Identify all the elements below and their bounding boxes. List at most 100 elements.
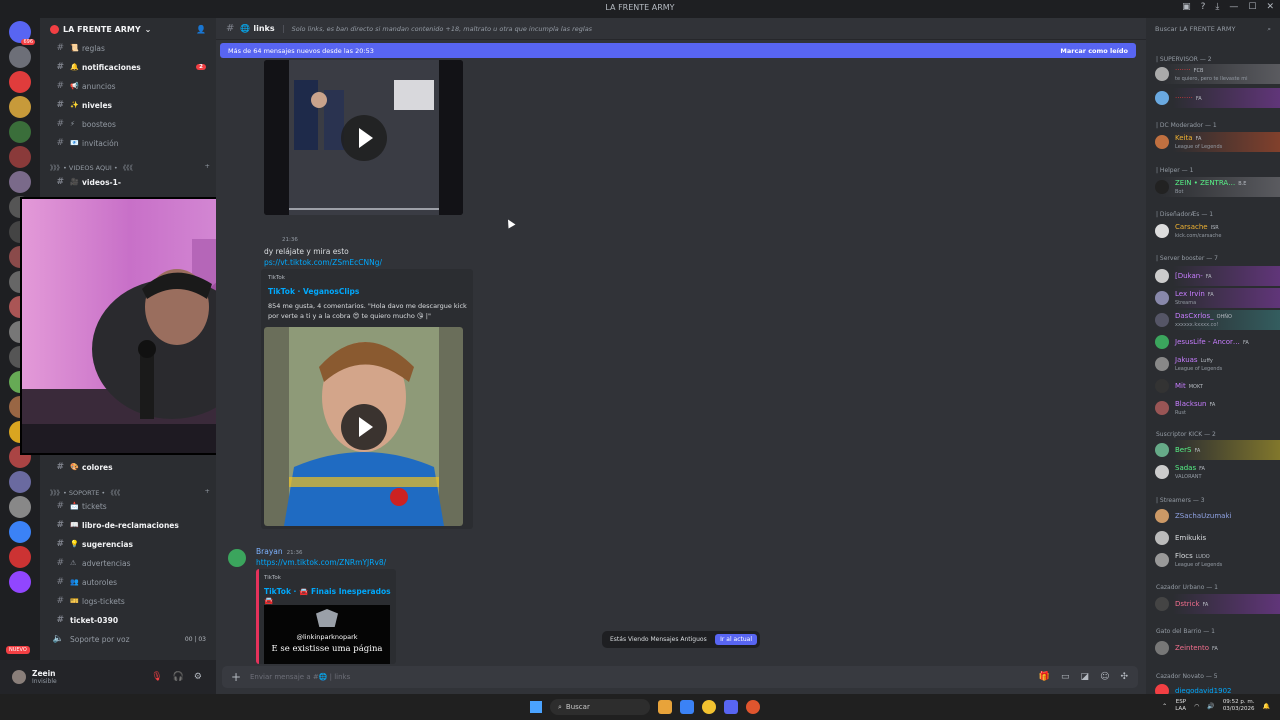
windows-start-icon[interactable] <box>530 701 542 713</box>
channel-item[interactable]: # 👥 autoroles <box>40 574 216 590</box>
clock[interactable]: 09:52 p. m. 03/03/2026 <box>1223 699 1255 713</box>
member-row[interactable]: Blacksun FA Rust <box>1146 398 1280 418</box>
member-row[interactable]: Zeintento FA <box>1146 638 1280 658</box>
member-row[interactable]: ······· FCB te quiero, pero te llevaste mi <box>1146 64 1280 84</box>
sticker-icon[interactable]: ◪ <box>1081 672 1090 682</box>
member-row[interactable]: JesusLife - Ancor… FA <box>1146 332 1280 352</box>
channel-item[interactable]: # 📖 libro-de-reclamaciones <box>40 517 216 533</box>
channel-item[interactable]: # 🎨 colores <box>40 459 216 475</box>
channel-item[interactable]: # 📧 invitación <box>40 135 216 151</box>
download-icon[interactable]: ⤓ <box>1215 2 1219 12</box>
play-button[interactable] <box>340 403 387 450</box>
notifications-icon[interactable]: 🔔 <box>1263 703 1270 710</box>
message-link[interactable]: https://vm.tiktok.com/ZNRmYJRv8/ <box>256 558 386 567</box>
tray-chevron-icon[interactable]: ⌃ <box>1162 703 1167 710</box>
video-thumbnail[interactable]: @linkinparknopark E se existisse uma pág… <box>264 605 390 664</box>
browser-icon[interactable] <box>746 700 760 714</box>
member-row[interactable]: diegodavid1902 <box>1146 681 1280 694</box>
avatar[interactable] <box>12 670 26 684</box>
server-icon[interactable] <box>9 46 31 68</box>
member-row[interactable]: Keita FA League of Legends <box>1146 132 1280 152</box>
embed-title[interactable]: TikTok · VeganosClips <box>268 287 359 296</box>
channel-item[interactable]: # 📩 tickets <box>40 498 216 514</box>
attach-plus-icon[interactable]: + <box>222 670 250 684</box>
file-explorer-icon[interactable] <box>658 700 672 714</box>
channel-item[interactable]: # ✨ niveles <box>40 97 216 113</box>
category-videos[interactable]: 》》》• VIDEOS AQUI • 《《《 + <box>50 162 210 172</box>
member-row[interactable]: Sadas FA VALORANT <box>1146 462 1280 482</box>
member-row[interactable]: ZSachaUzumaki <box>1146 506 1280 526</box>
member-search[interactable]: Buscar LA FRENTE ARMY ⌕ <box>1146 18 1280 40</box>
home-icon[interactable]: 696 <box>9 21 35 45</box>
channel-item[interactable]: # 🎫 logs-tickets <box>40 593 216 609</box>
channel-item[interactable]: # 📢 anuncios <box>40 78 216 94</box>
volume-icon[interactable]: 🔊 <box>1207 703 1214 710</box>
channel-item[interactable]: # ticket-0390 <box>40 612 216 628</box>
deafen-icon[interactable]: 🎧 <box>173 672 184 682</box>
apps-icon[interactable]: ✣ <box>1120 672 1128 682</box>
server-icon[interactable] <box>9 546 31 568</box>
member-row[interactable]: Jakuas Luffy League of Legends <box>1146 354 1280 374</box>
channel-topic[interactable]: Solo links, es ban directo si mandan con… <box>282 24 592 33</box>
message-link[interactable]: ps://vt.tiktok.com/ZSmEcCNNg/ <box>264 258 382 267</box>
gif-icon[interactable]: ▭ <box>1061 672 1070 682</box>
channel-item[interactable]: # 🔔 notificaciones 2 <box>40 59 216 75</box>
member-row[interactable]: Mit MOKT <box>1146 376 1280 396</box>
server-icon[interactable] <box>9 71 31 93</box>
store-icon[interactable] <box>680 700 694 714</box>
new-messages-bar[interactable]: Más de 64 mensajes nuevos desde las 20:5… <box>220 43 1136 58</box>
voice-channel[interactable]: 🔈 Soporte por voz 00 | 03 <box>40 631 216 647</box>
member-row[interactable]: Emikukis <box>1146 528 1280 548</box>
jump-to-present-button[interactable]: Ir al actual <box>715 634 757 645</box>
member-row[interactable]: Flocs LUDO League of Legends <box>1146 550 1280 570</box>
channel-item[interactable]: # 💡 sugerencias <box>40 536 216 552</box>
server-icon[interactable] <box>9 171 31 193</box>
server-icon[interactable] <box>9 96 31 118</box>
message-composer[interactable]: + Enviar mensaje a #🌐 | links 🎁 ▭ ◪ ☺ ✣ <box>222 666 1138 688</box>
member-row[interactable]: [Dukan- FA <box>1146 266 1280 286</box>
channel-item[interactable]: # 🎥 videos-1- <box>40 174 216 190</box>
maximize-button[interactable]: ☐ <box>1248 2 1256 12</box>
avatar[interactable] <box>228 549 246 567</box>
language-indicator[interactable]: ESP LAA <box>1175 699 1186 713</box>
server-icon[interactable] <box>9 471 31 493</box>
guild-header[interactable]: LA FRENTE ARMY ⌄ 👤 <box>40 18 216 40</box>
server-icon[interactable] <box>9 496 31 518</box>
member-row[interactable]: ZEIN • ZENTRA… B.E Bot <box>1146 177 1280 197</box>
member-row[interactable]: Lex Irvin FA Streama <box>1146 288 1280 308</box>
play-button[interactable] <box>340 114 387 161</box>
twitch-icon[interactable] <box>9 571 31 593</box>
embed-title[interactable]: TikTok · 🚘 Finais Inesperados 🚘 <box>264 587 396 605</box>
message-author[interactable]: Brayan 21:36 <box>256 547 302 556</box>
server-icon[interactable] <box>9 146 31 168</box>
mark-as-read-button[interactable]: Marcar como leído <box>1060 47 1128 55</box>
add-channel-icon[interactable]: + <box>205 162 210 172</box>
channel-item[interactable]: # ⚡ boosteos <box>40 116 216 132</box>
discord-icon[interactable] <box>724 700 738 714</box>
wifi-icon[interactable]: ◠ <box>1194 703 1199 710</box>
member-row[interactable]: DasCxrlos_ OHÑO xxxxxx.kxxxx.co! <box>1146 310 1280 330</box>
member-row[interactable]: Dstrick FA <box>1146 594 1280 614</box>
channel-item[interactable]: # 📜 reglas <box>40 40 216 56</box>
member-row[interactable]: ········ FA <box>1146 88 1280 108</box>
gift-icon[interactable]: 🎁 <box>1039 672 1050 682</box>
user-info[interactable]: Zeein Invisible <box>32 669 57 685</box>
video-embed[interactable] <box>264 60 463 215</box>
server-icon[interactable] <box>9 521 31 543</box>
minimize-button[interactable]: — <box>1229 2 1238 12</box>
help-icon[interactable]: ? <box>1201 2 1206 12</box>
settings-gear-icon[interactable]: ⚙ <box>194 672 202 682</box>
inbox-icon[interactable]: ▣ <box>1182 2 1191 12</box>
mute-mic-icon[interactable]: 🎙 <box>151 672 162 682</box>
add-user-icon[interactable]: 👤 <box>196 25 206 34</box>
server-icon[interactable] <box>9 121 31 143</box>
add-channel-icon[interactable]: + <box>205 487 210 497</box>
emoji-icon[interactable]: ☺ <box>1100 672 1109 682</box>
member-row[interactable]: BerS FA <box>1146 440 1280 460</box>
chrome-icon[interactable] <box>702 700 716 714</box>
channel-item[interactable]: # ⚠ advertencias <box>40 555 216 571</box>
member-row[interactable]: Carsache ISR kick.com/carsache <box>1146 221 1280 241</box>
close-button[interactable]: ✕ <box>1266 2 1274 12</box>
category-soporte[interactable]: 》》》• SOPORTE • 《《《 + <box>50 487 210 497</box>
taskbar-search[interactable]: ⌕ Buscar <box>550 699 650 715</box>
